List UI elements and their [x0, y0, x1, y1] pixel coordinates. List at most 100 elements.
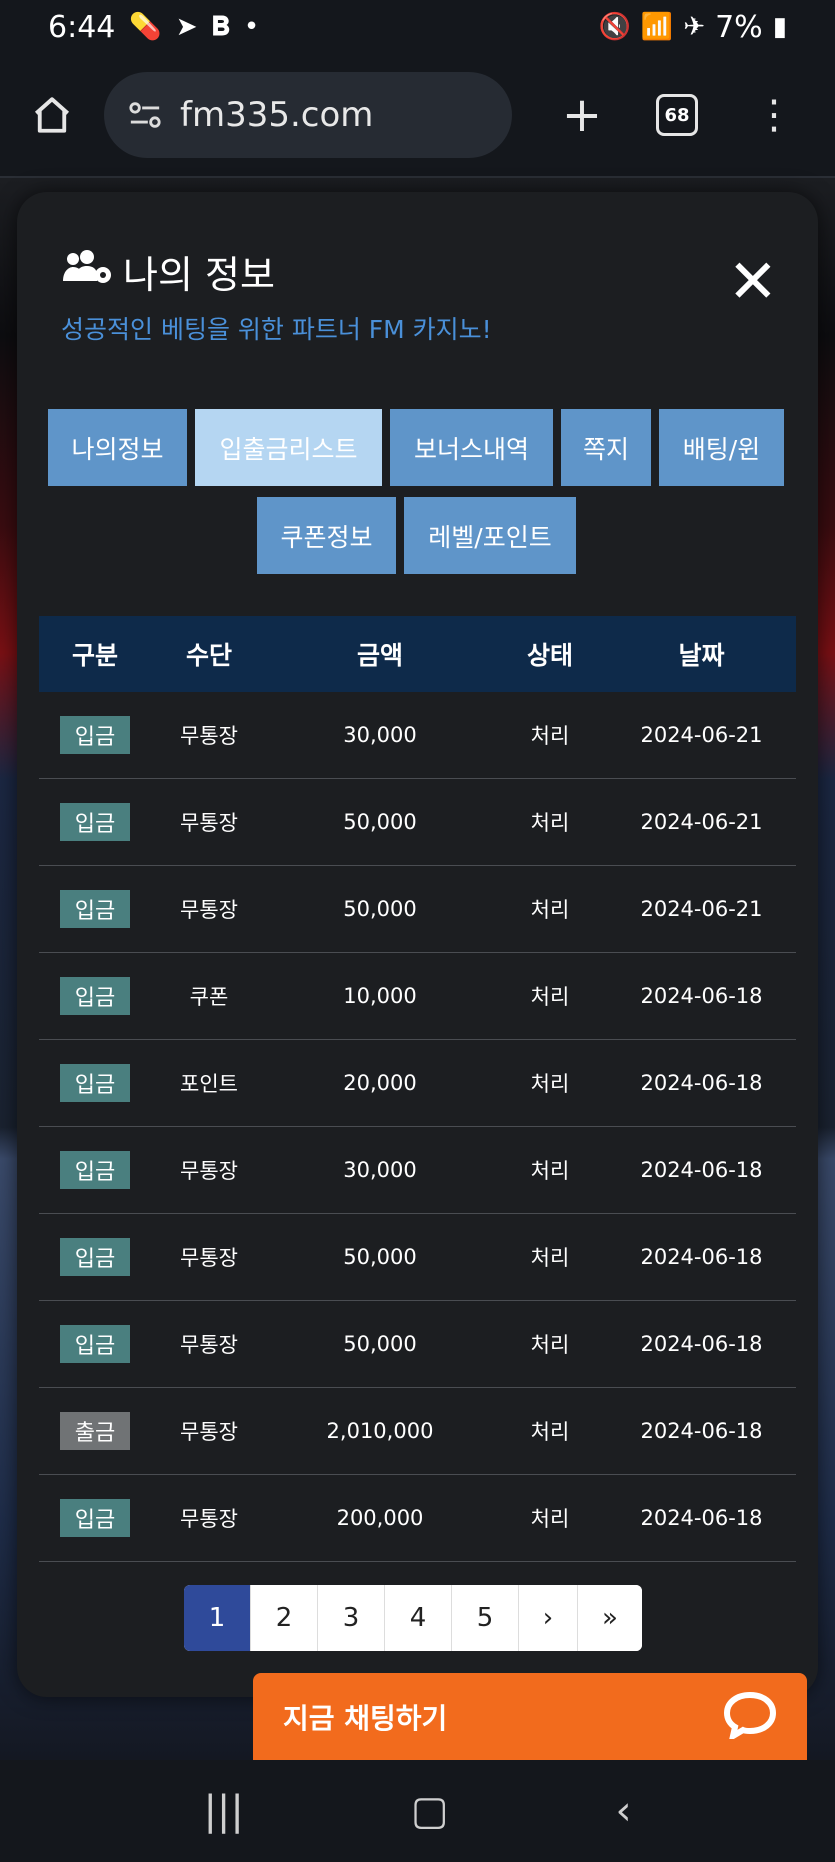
- cell-type: 입금: [39, 716, 151, 754]
- cell-date: 2024-06-18: [640, 1332, 763, 1356]
- url-text: fm335.com: [180, 95, 374, 135]
- cell-status: 처리: [530, 724, 570, 748]
- page-4-button[interactable]: 4: [385, 1585, 452, 1651]
- cell-type: 입금: [39, 977, 151, 1015]
- cell-method: 무통장: [180, 1333, 238, 1357]
- status-time: 6:44: [48, 9, 116, 45]
- home-circle-icon[interactable]: ▢: [411, 1788, 449, 1834]
- table-row: 입금 무통장 30,000 처리 2024-06-21: [39, 692, 796, 779]
- tabs-row-1: 나의정보 입출금리스트 보너스내역 쪽지 배팅/윈: [48, 409, 784, 486]
- users-gear-icon: [61, 249, 113, 294]
- tabs-row-2: 쿠폰정보 레벨/포인트: [257, 497, 576, 574]
- type-badge: 출금: [60, 1412, 130, 1450]
- cell-amount: 30,000: [343, 723, 417, 747]
- status-bar: 6:44 💊 ➤ 𝐁 • 🔇 📶 ✈ 7% ▮: [0, 0, 835, 54]
- table-row: 입금 포인트 20,000 처리 2024-06-18: [39, 1040, 796, 1127]
- battery-icon: ▮: [772, 12, 787, 42]
- cell-status: 처리: [530, 1072, 570, 1096]
- table-body: 입금 무통장 30,000 처리 2024-06-21 입금 무통장 50,000 처리 2024…: [39, 692, 796, 1562]
- cell-amount: 200,000: [336, 1506, 424, 1530]
- last-page-button[interactable]: »: [578, 1585, 642, 1651]
- cell-method: 무통장: [180, 1246, 238, 1270]
- cell-method: 무통장: [180, 724, 238, 748]
- cell-date: 2024-06-21: [640, 810, 763, 834]
- type-badge: 입금: [60, 1325, 130, 1363]
- cell-method: 쿠폰: [189, 985, 229, 1009]
- close-button[interactable]: ✕: [728, 252, 778, 312]
- tab-coupon-info[interactable]: 쿠폰정보: [257, 497, 396, 574]
- cell-status: 처리: [530, 1246, 570, 1270]
- type-badge: 입금: [60, 1064, 130, 1102]
- new-tab-button[interactable]: +: [552, 87, 612, 143]
- cell-amount: 50,000: [343, 810, 417, 834]
- tab-level-points[interactable]: 레벨/포인트: [404, 497, 576, 574]
- dot-icon: •: [243, 12, 260, 42]
- chat-now-button[interactable]: 지금 채팅하기: [253, 1673, 807, 1760]
- page-1-button[interactable]: 1: [184, 1585, 251, 1651]
- address-bar[interactable]: fm335.com: [104, 72, 512, 158]
- cell-method: 무통장: [180, 1507, 238, 1531]
- page-3-button[interactable]: 3: [318, 1585, 385, 1651]
- type-badge: 입금: [60, 803, 130, 841]
- table-header: 구분 수단 금액 상태 날짜: [39, 616, 796, 692]
- wifi-icon: 📶: [640, 12, 674, 42]
- table-row: 입금 무통장 200,000 처리 2024-06-18: [39, 1475, 796, 1562]
- cell-amount: 10,000: [343, 984, 417, 1008]
- home-icon: [34, 97, 70, 133]
- more-vert-icon: ⋮: [754, 92, 794, 138]
- cell-amount: 50,000: [343, 1332, 417, 1356]
- cell-type: 입금: [39, 1238, 151, 1276]
- next-page-button[interactable]: ›: [519, 1585, 578, 1651]
- header-amount: 금액: [356, 641, 403, 670]
- browser-menu-button[interactable]: ⋮: [754, 92, 794, 138]
- cell-date: 2024-06-18: [640, 1506, 763, 1530]
- cell-date: 2024-06-21: [640, 897, 763, 921]
- cell-type: 입금: [39, 1064, 151, 1102]
- modal-title-text: 나의 정보: [123, 253, 275, 297]
- tab-bonus-history[interactable]: 보너스내역: [390, 409, 553, 486]
- tab-count: 68: [664, 104, 690, 126]
- header-date: 날짜: [678, 641, 725, 670]
- tab-bet-win[interactable]: 배팅/윈: [659, 409, 784, 486]
- cell-type: 입금: [39, 890, 151, 928]
- mute-icon: 🔇: [598, 12, 631, 42]
- table-row: 입금 무통장 50,000 처리 2024-06-18: [39, 1301, 796, 1388]
- recent-apps-icon[interactable]: |||: [203, 1788, 243, 1834]
- cell-amount: 50,000: [343, 1245, 417, 1269]
- table-row: 입금 쿠폰 10,000 처리 2024-06-18: [39, 953, 796, 1040]
- type-badge: 입금: [60, 977, 130, 1015]
- tab-switcher-button[interactable]: 68: [656, 94, 698, 136]
- transactions-table: 구분 수단 금액 상태 날짜 입금 무통장 30,000 처리 2024-06-21 입금…: [39, 616, 796, 1562]
- modal-title: 나의 정보: [61, 244, 275, 299]
- cell-status: 처리: [530, 1420, 570, 1444]
- page-2-button[interactable]: 2: [251, 1585, 318, 1651]
- cell-type: 입금: [39, 803, 151, 841]
- cell-date: 2024-06-18: [640, 1419, 763, 1443]
- cell-status: 처리: [530, 811, 570, 835]
- header-status: 상태: [526, 641, 573, 670]
- chat-label: 지금 채팅하기: [283, 1701, 448, 1735]
- tab-transactions[interactable]: 입출금리스트: [195, 409, 382, 486]
- page-5-button[interactable]: 5: [452, 1585, 519, 1651]
- cell-method: 무통장: [180, 1420, 238, 1444]
- table-row: 입금 무통장 50,000 처리 2024-06-21: [39, 866, 796, 953]
- cell-status: 처리: [530, 1507, 570, 1531]
- cell-date: 2024-06-18: [640, 1071, 763, 1095]
- cell-date: 2024-06-18: [640, 984, 763, 1008]
- tab-messages[interactable]: 쪽지: [561, 409, 651, 486]
- cell-method: 무통장: [180, 1159, 238, 1183]
- cell-method: 무통장: [180, 811, 238, 835]
- cell-date: 2024-06-21: [640, 723, 763, 747]
- home-button[interactable]: [0, 94, 104, 136]
- battery-level: 7%: [715, 9, 763, 45]
- table-row: 입금 무통장 50,000 처리 2024-06-21: [39, 779, 796, 866]
- cell-type: 출금: [39, 1412, 151, 1450]
- cell-date: 2024-06-18: [640, 1158, 763, 1182]
- site-settings-icon[interactable]: [128, 100, 162, 130]
- tab-my-info[interactable]: 나의정보: [48, 409, 187, 486]
- close-icon: ✕: [727, 247, 778, 317]
- cell-method: 포인트: [180, 1072, 238, 1096]
- browser-toolbar: fm335.com + 68 ⋮: [0, 54, 835, 178]
- pagination: 1 2 3 4 5 › »: [184, 1585, 642, 1651]
- back-icon[interactable]: ‹: [616, 1788, 632, 1834]
